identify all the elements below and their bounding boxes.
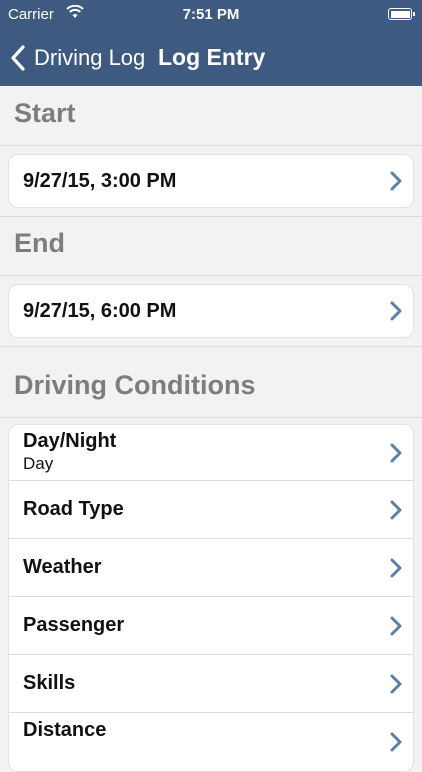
section-title-conditions: Driving Conditions [14, 370, 256, 400]
navigation-bar: Driving Log Log Entry [0, 30, 422, 86]
end-datetime-value: 9/27/15, 6:00 PM [23, 300, 177, 322]
day-night-label: Day/Night [23, 430, 117, 452]
chevron-right-icon [390, 500, 402, 520]
distance-label: Distance [23, 719, 107, 741]
conditions-card: Day/Night Day Road Type Weather Passenge… [8, 424, 414, 772]
page-title: Log Entry [158, 44, 266, 70]
chevron-right-icon [390, 301, 402, 321]
start-datetime-value: 9/27/15, 3:00 PM [23, 170, 177, 192]
back-button[interactable]: Driving Log [8, 40, 145, 76]
start-card: 9/27/15, 3:00 PM [8, 154, 414, 208]
section-header-start: Start [0, 86, 422, 146]
chevron-right-icon [390, 616, 402, 636]
road-type-row[interactable]: Road Type [9, 481, 413, 539]
passenger-label: Passenger [23, 614, 125, 636]
chevron-left-icon [11, 45, 25, 71]
skills-row[interactable]: Skills [9, 655, 413, 713]
weather-label: Weather [23, 556, 102, 578]
day-night-value: Day [23, 454, 54, 473]
section-header-end: End [0, 216, 422, 276]
chevron-right-icon [390, 558, 402, 578]
chevron-right-icon [390, 443, 402, 463]
skills-label: Skills [23, 672, 76, 694]
section-title-end: End [14, 228, 65, 258]
day-night-row[interactable]: Day/Night Day [9, 425, 413, 481]
back-button-label: Driving Log [34, 45, 146, 70]
chevron-right-icon [390, 674, 402, 694]
end-card: 9/27/15, 6:00 PM [8, 284, 414, 338]
status-bar: Carrier 7:51 PM [0, 0, 422, 30]
distance-row[interactable]: Distance [9, 713, 413, 771]
road-type-label: Road Type [23, 498, 124, 520]
status-time: 7:51 PM [182, 6, 240, 23]
end-datetime-row[interactable]: 9/27/15, 6:00 PM [9, 285, 413, 337]
start-datetime-row[interactable]: 9/27/15, 3:00 PM [9, 155, 413, 207]
section-title-start: Start [14, 98, 76, 128]
chevron-right-icon [390, 171, 402, 191]
battery-icon [388, 8, 415, 20]
section-header-conditions: Driving Conditions [0, 346, 422, 418]
passenger-row[interactable]: Passenger [9, 597, 413, 655]
weather-row[interactable]: Weather [9, 539, 413, 597]
log-entry-form: Start 9/27/15, 3:00 PM End 9/27/15, 6:00… [0, 86, 422, 772]
